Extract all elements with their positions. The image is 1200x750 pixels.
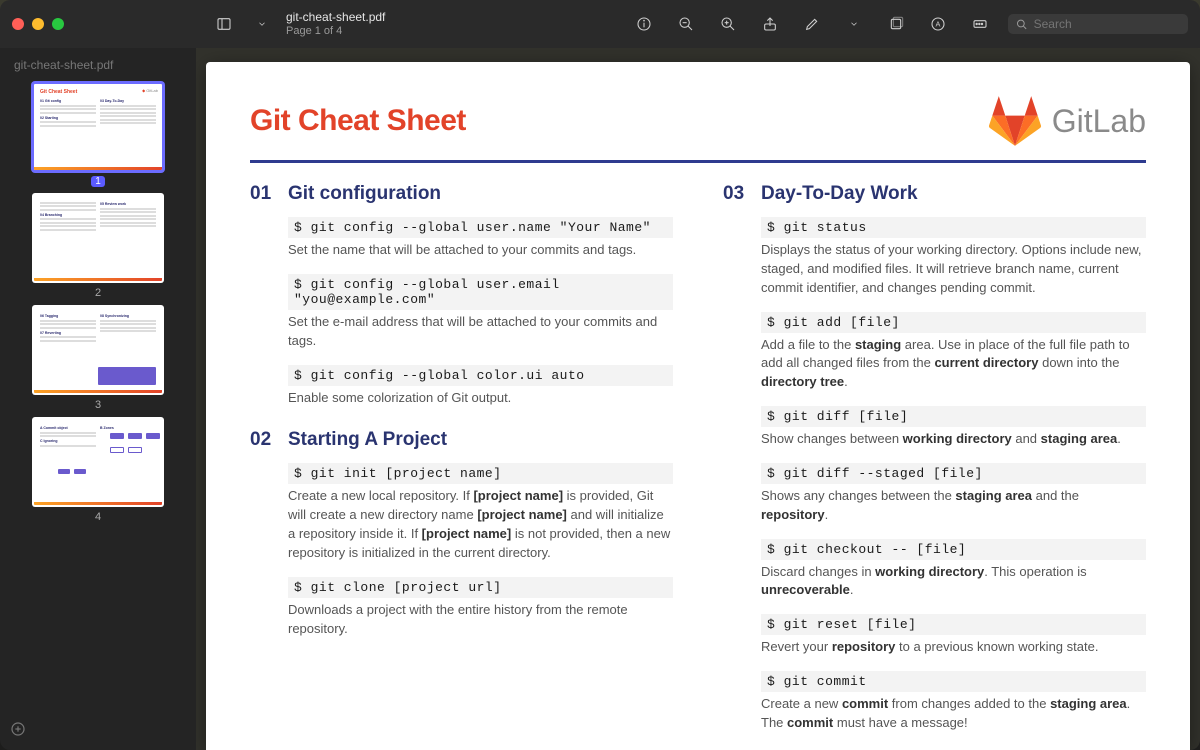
right-column: 03 Day-To-Day Work $ git status Displays …: [723, 183, 1146, 750]
command-description: Downloads a project with the entire hist…: [288, 601, 673, 639]
command-text: $ git config --global color.ui auto: [288, 365, 673, 386]
fullscreen-window-button[interactable]: [52, 18, 64, 30]
command-description: Create a new local repository. If [proje…: [288, 487, 673, 562]
command-description: Create a new commit from changes added t…: [761, 695, 1146, 733]
share-button[interactable]: [756, 10, 784, 38]
left-column: 01 Git configuration $ git config --glob…: [250, 183, 673, 750]
brand-name: GitLab: [1052, 103, 1146, 140]
command-description: Show changes between working directory a…: [761, 430, 1146, 449]
document-filename: git-cheat-sheet.pdf: [286, 11, 385, 24]
command-entry: $ git config --global user.name "Your Na…: [288, 217, 673, 260]
command-text: $ git config --global user.name "Your Na…: [288, 217, 673, 238]
command-entry: $ git init [project name] Create a new lo…: [288, 463, 673, 562]
command-entry: $ git checkout -- [file] Discard changes …: [761, 539, 1146, 601]
command-entry: $ git status Displays the status of your …: [761, 217, 1146, 298]
sidebar-doc-title: git-cheat-sheet.pdf: [0, 48, 196, 78]
minimize-window-button[interactable]: [32, 18, 44, 30]
command-description: Add a file to the staging area. Use in p…: [761, 336, 1146, 393]
command-entry: $ git reset [file] Revert your repository…: [761, 614, 1146, 657]
brand-logo: GitLab: [988, 96, 1146, 146]
section-02: 02 Starting A Project $ git init [projec…: [250, 429, 673, 638]
thumbnail-2[interactable]: 04 Branching 05 Review work 2: [32, 193, 164, 299]
command-entry: $ git commit Create a new commit from cha…: [761, 671, 1146, 733]
highlight-button[interactable]: A: [924, 10, 952, 38]
thumbnail-1[interactable]: ◆GitLab Git Cheat Sheet 01 Git config02 …: [32, 82, 164, 187]
command-entry: $ git clone [project url] Downloads a pro…: [288, 577, 673, 639]
section-title: Starting A Project: [288, 429, 447, 451]
command-entry: $ git diff --staged [file] Shows any chan…: [761, 463, 1146, 525]
thumbnail-4[interactable]: A Commit objectC Ignoring B Zones 4: [32, 417, 164, 523]
add-page-button[interactable]: [10, 721, 26, 742]
command-description: Shows any changes between the staging ar…: [761, 487, 1146, 525]
svg-text:A: A: [936, 20, 941, 29]
thumbnail-number: 2: [95, 287, 101, 299]
command-entry: $ git diff [file] Show changes between wo…: [761, 406, 1146, 449]
window-controls: [12, 18, 64, 30]
command-text: $ git diff [file]: [761, 406, 1146, 427]
command-text: $ git config --global user.email "you@ex…: [288, 274, 673, 310]
form-fill-button[interactable]: [966, 10, 994, 38]
markup-dropdown[interactable]: [840, 10, 868, 38]
zoom-in-button[interactable]: [714, 10, 742, 38]
command-text: $ git clone [project url]: [288, 577, 673, 598]
command-description: Revert your repository to a previous kno…: [761, 638, 1146, 657]
thumbnail-list: ◆GitLab Git Cheat Sheet 01 Git config02 …: [0, 78, 196, 750]
sidebar-mode-dropdown[interactable]: [248, 10, 276, 38]
close-window-button[interactable]: [12, 18, 24, 30]
command-entry: $ git config --global color.ui auto Enabl…: [288, 365, 673, 408]
section-title: Git configuration: [288, 183, 441, 205]
section-01: 01 Git configuration $ git config --glob…: [250, 183, 673, 407]
command-text: $ git commit: [761, 671, 1146, 692]
search-icon: [1016, 18, 1028, 31]
thumbnail-sidebar: git-cheat-sheet.pdf ◆GitLab Git Cheat Sh…: [0, 48, 196, 750]
rotate-button[interactable]: [882, 10, 910, 38]
section-number: 03: [723, 183, 749, 205]
command-text: $ git status: [761, 217, 1146, 238]
command-description: Enable some colorization of Git output.: [288, 389, 673, 408]
command-description: Set the e-mail address that will be atta…: [288, 313, 673, 351]
zoom-out-button[interactable]: [672, 10, 700, 38]
document-viewer[interactable]: Git Cheat Sheet GitLab: [196, 48, 1200, 750]
command-entry: $ git add [file] Add a file to the stagin…: [761, 312, 1146, 393]
search-input[interactable]: [1034, 17, 1180, 31]
sidebar-toggle-button[interactable]: [210, 10, 238, 38]
titlebar: git-cheat-sheet.pdf Page 1 of 4 A: [0, 0, 1200, 48]
info-button[interactable]: [630, 10, 658, 38]
markup-button[interactable]: [798, 10, 826, 38]
command-text: $ git init [project name]: [288, 463, 673, 484]
section-title: Day-To-Day Work: [761, 183, 918, 205]
section-03: 03 Day-To-Day Work $ git status Displays …: [723, 183, 1146, 733]
command-entry: $ git config --global user.email "you@ex…: [288, 274, 673, 351]
command-description: Displays the status of your working dire…: [761, 241, 1146, 298]
command-text: $ git add [file]: [761, 312, 1146, 333]
section-number: 02: [250, 429, 276, 451]
thumbnail-number: 1: [91, 176, 105, 187]
thumbnail-number: 4: [95, 511, 101, 523]
section-number: 01: [250, 183, 276, 205]
pdf-page: Git Cheat Sheet GitLab: [206, 62, 1190, 750]
document-title-area: git-cheat-sheet.pdf Page 1 of 4: [286, 11, 385, 36]
page-title: Git Cheat Sheet: [250, 104, 466, 138]
command-description: Discard changes in working directory. Th…: [761, 563, 1146, 601]
gitlab-icon: [988, 96, 1042, 146]
page-indicator: Page 1 of 4: [286, 25, 385, 37]
command-text: $ git checkout -- [file]: [761, 539, 1146, 560]
workspace: git-cheat-sheet.pdf ◆GitLab Git Cheat Sh…: [0, 48, 1200, 750]
command-description: Set the name that will be attached to yo…: [288, 241, 673, 260]
thumbnail-number: 3: [95, 399, 101, 411]
thumbnail-3[interactable]: 06 Tagging07 Reverting 08 Synchronizing …: [32, 305, 164, 411]
search-field-wrap[interactable]: [1008, 14, 1188, 34]
command-text: $ git reset [file]: [761, 614, 1146, 635]
command-text: $ git diff --staged [file]: [761, 463, 1146, 484]
